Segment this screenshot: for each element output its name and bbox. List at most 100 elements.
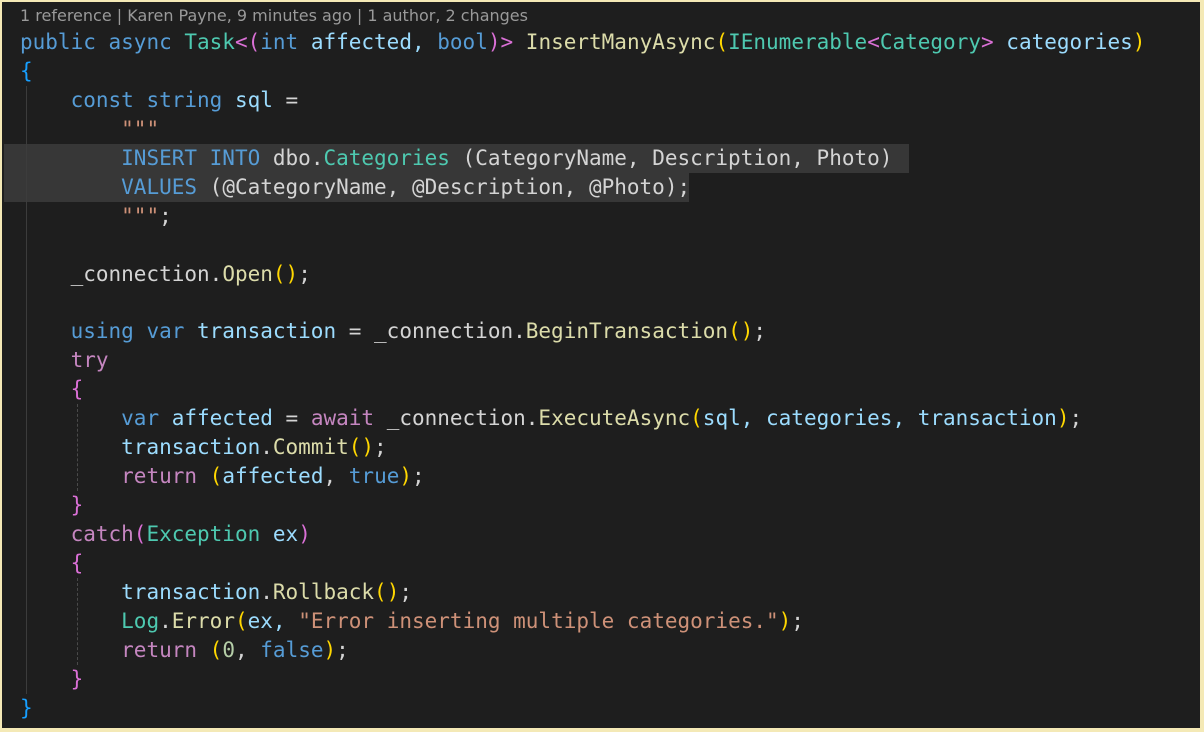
code-token: 0 <box>222 637 235 662</box>
code-token: return <box>121 464 210 489</box>
code-token: ExecuteAsync <box>538 406 691 431</box>
code-token: using <box>70 319 147 344</box>
code-line[interactable]: """; <box>20 202 1145 231</box>
code-token: Exception <box>146 521 273 546</box>
code-token: _connection <box>374 319 514 344</box>
code-token: ; <box>791 608 804 633</box>
code-token: } <box>70 493 84 517</box>
code-token: catch <box>70 521 134 546</box>
code-token: transaction <box>197 319 349 344</box>
code-line[interactable]: const string sql = <box>20 86 1145 115</box>
code-token: await <box>310 406 387 431</box>
code-token: . <box>513 319 526 344</box>
code-area[interactable]: public async Task<(int affected, bool)> … <box>20 28 1145 723</box>
codelens-info[interactable]: 1 reference | Karen Payne, 9 minutes ago… <box>20 6 528 26</box>
code-token: } <box>20 695 33 720</box>
code-line[interactable]: transaction.Rollback(); <box>20 578 1145 607</box>
code-line[interactable]: return (0, false); <box>20 636 1145 665</box>
code-line[interactable]: } <box>20 694 1145 723</box>
code-line[interactable] <box>20 231 1145 260</box>
code-token: try <box>70 348 109 373</box>
code-line[interactable] <box>20 288 1145 317</box>
code-token: _connection <box>386 406 526 431</box>
code-token: _connection <box>70 261 210 286</box>
code-token: ) <box>778 608 792 633</box>
code-token: int <box>260 30 311 54</box>
code-token: transaction <box>121 579 261 604</box>
code-line[interactable]: } <box>20 665 1145 694</box>
code-line[interactable]: VALUES (@CategoryName, @Description, @Ph… <box>20 173 1145 202</box>
code-token: <( <box>234 30 261 54</box>
code-token: . <box>209 261 223 286</box>
code-token: affected <box>171 406 286 431</box>
code-token: categories, <box>766 406 918 431</box>
code-token: () <box>348 435 375 460</box>
code-token: InsertManyAsync <box>525 30 716 54</box>
code-line[interactable]: """ <box>20 115 1145 144</box>
code-token: Task <box>184 30 235 54</box>
code-token: , <box>323 464 349 489</box>
code-token: BeginTransaction <box>525 319 729 344</box>
code-token: "Error inserting multiple categories." <box>298 608 779 633</box>
code-token: < <box>867 30 880 54</box>
code-line[interactable]: } <box>20 491 1145 520</box>
code-line[interactable]: using var transaction = _connection.Begi… <box>20 317 1145 346</box>
code-token: . <box>525 406 539 431</box>
code-token: )> <box>487 30 514 54</box>
code-token: IEnumerable <box>728 30 868 54</box>
code-token: . <box>260 435 273 460</box>
code-line[interactable]: Log.Error(ex, "Error inserting multiple … <box>20 607 1145 636</box>
code-token: (CategoryName, Description, Photo) <box>462 145 893 170</box>
code-token: var <box>121 406 172 431</box>
code-token: { <box>20 58 33 83</box>
code-line[interactable]: try <box>20 346 1145 375</box>
code-token: ; <box>1069 406 1083 431</box>
code-token: transaction <box>917 406 1057 431</box>
code-token: Rollback <box>272 579 375 604</box>
code-token: """ <box>121 203 160 228</box>
code-token: VALUES <box>121 174 210 199</box>
code-token: ) <box>1132 30 1146 54</box>
code-token: . <box>260 579 273 604</box>
code-line[interactable]: _connection.Open(); <box>20 260 1145 289</box>
code-token: const <box>70 87 147 112</box>
code-token: INSERT INTO <box>121 145 273 170</box>
code-editor[interactable]: 1 reference | Karen Payne, 9 minutes ago… <box>2 2 1200 728</box>
code-token: ( <box>209 464 223 489</box>
code-token: . <box>159 608 172 633</box>
code-token: bool <box>437 30 488 54</box>
code-line[interactable]: { <box>20 375 1145 404</box>
code-token: ; <box>298 261 311 286</box>
code-line[interactable]: { <box>20 57 1145 86</box>
code-line[interactable]: public async Task<(int affected, bool)> … <box>20 28 1145 57</box>
code-line[interactable]: return (affected, true); <box>20 462 1145 491</box>
code-token: public <box>20 30 109 54</box>
code-token: ; <box>399 579 412 604</box>
code-token: false <box>260 637 324 662</box>
code-line[interactable]: INSERT INTO dbo.Categories (CategoryName… <box>20 144 1145 173</box>
code-token: ( <box>133 521 147 546</box>
code-line[interactable]: transaction.Commit(); <box>20 433 1145 462</box>
code-token: var <box>146 319 198 344</box>
code-line[interactable]: { <box>20 549 1145 578</box>
code-token: ) <box>1056 406 1070 431</box>
code-line[interactable]: var affected = await _connection.Execute… <box>20 404 1145 433</box>
code-token: { <box>70 377 84 402</box>
code-token: ( <box>690 406 703 431</box>
code-token: ; <box>159 203 172 228</box>
code-token: Open <box>222 261 273 286</box>
code-token: ex <box>272 521 299 546</box>
code-token: sql <box>234 87 286 112</box>
code-line[interactable]: catch(Exception ex) <box>20 520 1145 549</box>
